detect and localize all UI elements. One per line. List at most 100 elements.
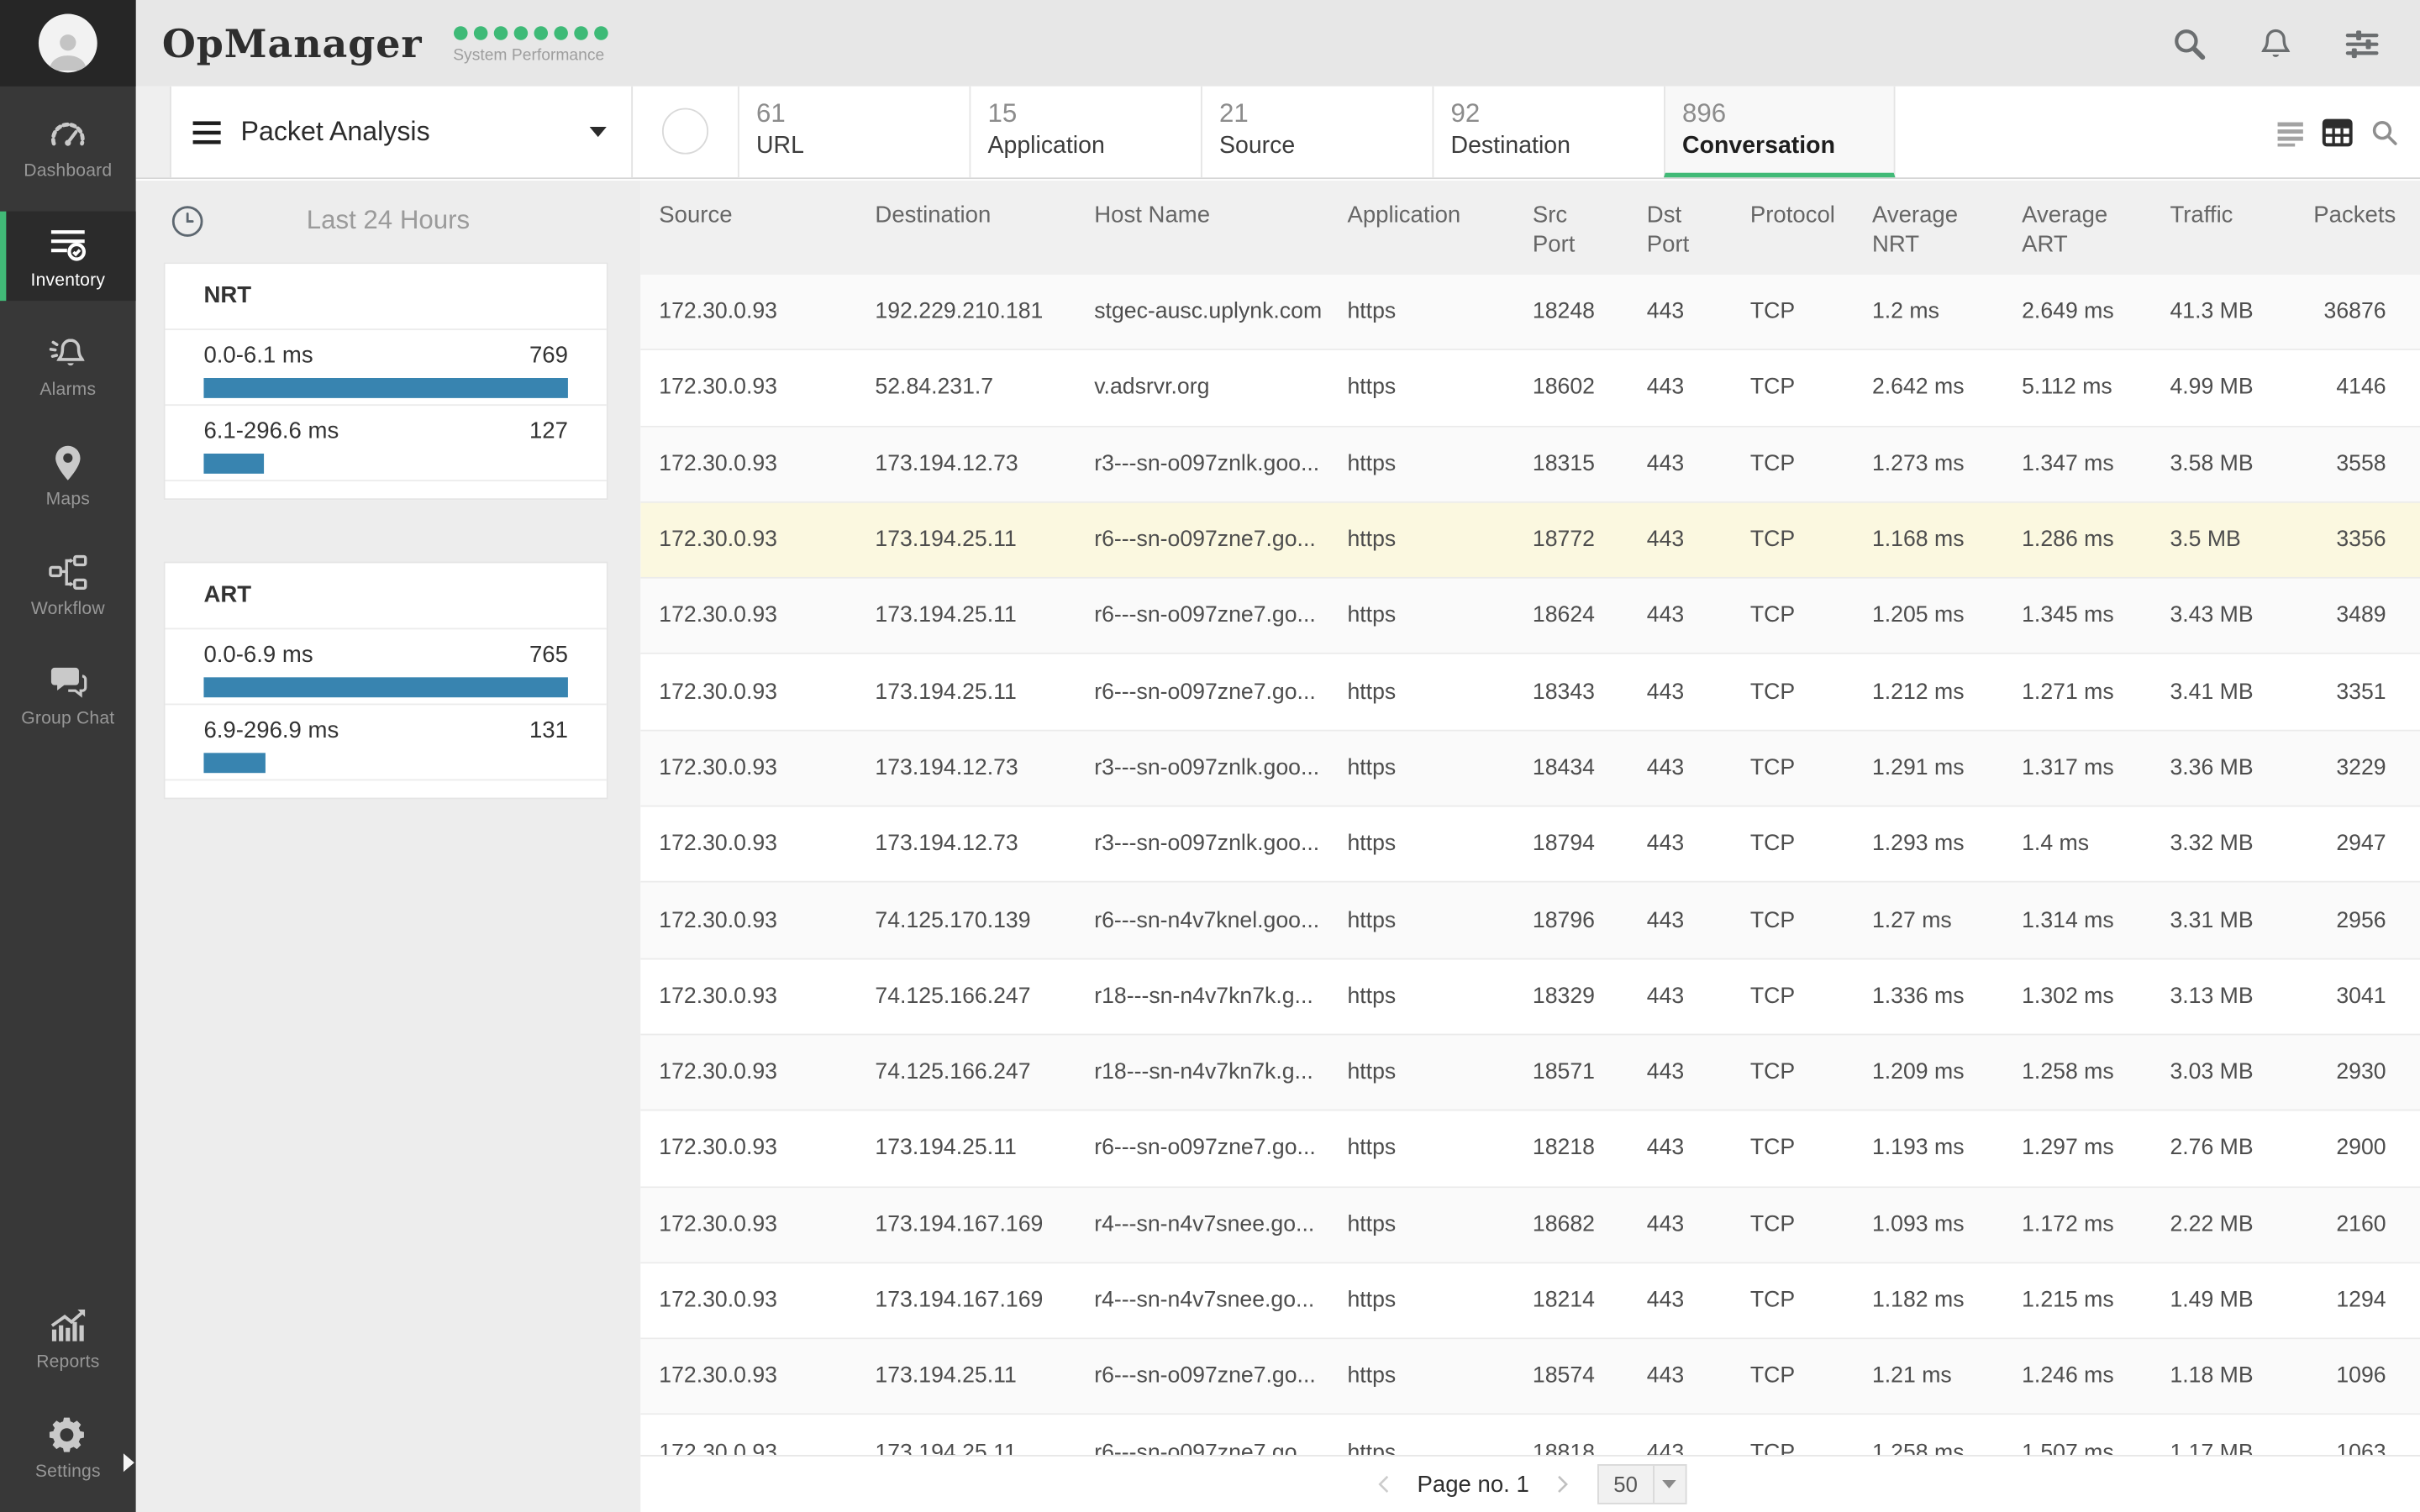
module-title: Packet Analysis [241, 116, 430, 149]
sidebar-item-settings[interactable]: Settings [0, 1403, 136, 1493]
cell-average-art: 1.258 ms [2003, 1060, 2151, 1084]
cell-packets: 2947 [2295, 832, 2420, 856]
tab-destination[interactable]: 92Destination [1432, 87, 1664, 177]
cell-host-name: r6---sn-o097zne7.go... [1076, 1137, 1328, 1161]
sidebar-item-reports[interactable]: Reports [0, 1293, 136, 1383]
tab-label: URL [756, 133, 969, 160]
cell-packets: 2956 [2295, 908, 2420, 932]
column-header-traffic[interactable]: Traffic [2151, 181, 2295, 230]
cell-average-art: 5.112 ms [2003, 375, 2151, 400]
sidebar-item-group-chat[interactable]: Group Chat [0, 649, 136, 739]
cell-protocol: TCP [1732, 1289, 1854, 1313]
topbar: OpManager System Performance [136, 0, 2420, 87]
sidebar-item-label: Settings [35, 1462, 101, 1480]
column-header-dst-port[interactable]: Dst Port [1628, 181, 1732, 260]
table-row[interactable]: 172.30.0.93192.229.210.181stgec-ausc.upl… [640, 275, 2420, 351]
cell-protocol: TCP [1732, 375, 1854, 400]
column-header-protocol[interactable]: Protocol [1732, 181, 1854, 230]
cell-average-nrt: 1.27 ms [1854, 908, 2003, 932]
cell-host-name: r6---sn-o097zne7.go... [1076, 1364, 1328, 1389]
module-selector-dropdown[interactable]: Packet Analysis [170, 87, 633, 177]
table-row[interactable]: 172.30.0.93173.194.12.73r3---sn-o097znlk… [640, 807, 2420, 884]
table-row[interactable]: 172.30.0.93173.194.167.169r4---sn-n4v7sn… [640, 1263, 2420, 1340]
column-header-average-nrt[interactable]: Average NRT [1854, 181, 2003, 260]
table-header: SourceDestinationHost NameApplicationSrc… [640, 181, 2420, 275]
system-performance-status: System Performance [453, 25, 608, 64]
grid-view-icon[interactable] [2321, 117, 2354, 148]
column-header-source[interactable]: Source [640, 181, 856, 230]
status-dot [534, 25, 548, 39]
table-row[interactable]: 172.30.0.9352.84.231.7v.adsrvr.orghttps1… [640, 350, 2420, 427]
bucket-label: 6.1-296.6 ms [203, 418, 339, 444]
column-header-destination[interactable]: Destination [856, 181, 1076, 230]
column-header-host-name[interactable]: Host Name [1076, 181, 1328, 230]
sidebar: Dashboard Inventory Alarms Maps Workflow Grou… [0, 0, 136, 1512]
cell-host-name: r6---sn-n4v7knel.goo... [1076, 908, 1328, 932]
table-row[interactable]: 172.30.0.93173.194.12.73r3---sn-o097znlk… [640, 427, 2420, 503]
chart-card-art: ART0.0-6.9 ms7656.9-296.9 ms131 [164, 562, 608, 800]
cell-dst-port: 443 [1628, 452, 1732, 476]
column-header-application[interactable]: Application [1328, 181, 1513, 230]
tab-source[interactable]: 21Source [1201, 87, 1433, 177]
table-row[interactable]: 172.30.0.9374.125.166.247r18---sn-n4v7kn… [640, 1035, 2420, 1111]
sidebar-item-dashboard[interactable]: Dashboard [0, 102, 136, 192]
column-header-packets[interactable]: Packets [2295, 181, 2420, 230]
cell-traffic: 3.13 MB [2151, 984, 2295, 1008]
table-row[interactable]: 172.30.0.9374.125.166.247r18---sn-n4v7kn… [640, 959, 2420, 1036]
table-row[interactable]: 172.30.0.93173.194.25.11r6---sn-o097zne7… [640, 1340, 2420, 1416]
sidebar-item-workflow[interactable]: Workflow [0, 540, 136, 630]
cell-src-port: 18248 [1514, 300, 1628, 324]
notifications-bell-icon[interactable] [2258, 25, 2293, 60]
table-row[interactable]: 172.30.0.93173.194.25.11r6---sn-o097zne7… [640, 579, 2420, 655]
column-header-average-art[interactable]: Average ART [2003, 181, 2151, 260]
chart-bar-row[interactable]: 0.0-6.9 ms765 [166, 628, 607, 704]
search-icon[interactable] [2171, 25, 2207, 60]
cell-source: 172.30.0.93 [640, 1060, 856, 1084]
cell-src-port: 18772 [1514, 528, 1628, 552]
table-row[interactable]: 172.30.0.93173.194.12.73r3---sn-o097znlk… [640, 731, 2420, 807]
cell-source: 172.30.0.93 [640, 908, 856, 932]
tab-application[interactable]: 15Application [969, 87, 1201, 177]
next-page-icon[interactable] [1551, 1473, 1573, 1495]
table-search-icon[interactable] [2370, 118, 2398, 146]
status-dots [453, 25, 608, 39]
topbar-icons [2171, 25, 2380, 60]
sidebar-item-label: Maps [46, 490, 90, 508]
cell-average-nrt: 1.2 ms [1854, 300, 2003, 324]
table-row[interactable]: 172.30.0.9374.125.170.139r6---sn-n4v7kne… [640, 883, 2420, 959]
tab-count: 896 [1682, 97, 1894, 130]
cell-application: https [1328, 375, 1513, 400]
sidebar-item-alarms[interactable]: Alarms [0, 321, 136, 411]
cell-average-art: 1.271 ms [2003, 680, 2151, 704]
column-header-src-port[interactable]: Src Port [1514, 181, 1628, 260]
table-row[interactable]: 172.30.0.93173.194.167.169r4---sn-n4v7sn… [640, 1187, 2420, 1263]
cell-average-art: 1.314 ms [2003, 908, 2151, 932]
cell-source: 172.30.0.93 [640, 300, 856, 324]
chart-bar-row[interactable]: 0.0-6.1 ms769 [166, 328, 607, 404]
sidebar-item-maps[interactable]: Maps [0, 430, 136, 520]
list-view-icon[interactable] [2276, 118, 2304, 146]
prev-page-icon[interactable] [1374, 1473, 1396, 1495]
cell-traffic: 1.18 MB [2151, 1364, 2295, 1389]
page-size-select[interactable]: 50 [1597, 1464, 1687, 1504]
cell-traffic: 3.58 MB [2151, 452, 2295, 476]
settings-sliders-icon[interactable] [2344, 25, 2380, 60]
bucket-value: 769 [529, 343, 568, 369]
table-row[interactable]: 172.30.0.93173.194.25.11r6---sn-o097zne7… [640, 1111, 2420, 1188]
tab-conversation[interactable]: 896Conversation [1664, 87, 1896, 177]
chart-bar-row[interactable]: 6.9-296.9 ms131 [166, 704, 607, 780]
table-row[interactable]: 172.30.0.93173.194.25.11r6---sn-o097zne7… [640, 655, 2420, 732]
time-range-selector[interactable]: Last 24 Hours [136, 193, 641, 249]
bar-track [203, 454, 567, 474]
sidebar-item-inventory[interactable]: Inventory [0, 212, 136, 302]
tab-url[interactable]: 61URL [738, 87, 970, 177]
cell-average-art: 1.4 ms [2003, 832, 2151, 856]
cell-destination: 74.125.170.139 [856, 908, 1076, 932]
chart-title: NRT [166, 264, 607, 328]
chart-bar-row[interactable]: 6.1-296.6 ms127 [166, 404, 607, 480]
user-avatar[interactable] [0, 0, 136, 87]
gauge-icon [48, 113, 88, 154]
cell-dst-port: 443 [1628, 984, 1732, 1008]
filter-panel: Last 24 Hours NRT0.0-6.1 ms7696.1-296.6 … [136, 181, 641, 1512]
table-row[interactable]: 172.30.0.93173.194.25.11r6---sn-o097zne7… [640, 503, 2420, 580]
